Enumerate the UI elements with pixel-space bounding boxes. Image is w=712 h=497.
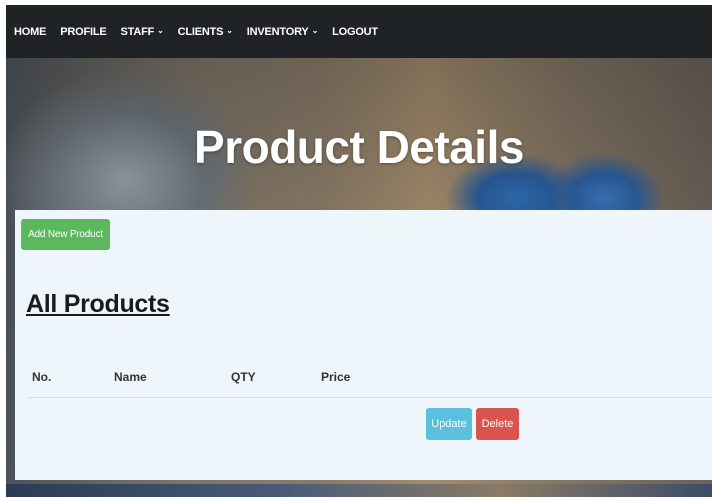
add-new-product-button[interactable]: Add New Product [21,219,110,250]
column-header-price: Price [321,370,351,384]
nav-inventory-label: INVENTORY [246,25,309,38]
table-divider [28,397,712,398]
chevron-down-icon: ⌄ [311,26,319,35]
page-title: Product Details [194,121,524,173]
nav-profile[interactable]: PROFILE [60,26,106,38]
chevron-down-icon: ⌄ [226,26,233,35]
column-header-qty: QTY [231,370,256,384]
nav-inventory-dropdown[interactable]: INVENTORY ⌄ [247,26,318,38]
nav-profile-label: PROFILE [60,25,107,38]
nav-staff-label: STAFF [120,25,155,38]
products-table-header: No. Name QTY Price [15,370,712,390]
nav-home[interactable]: HOME [14,26,46,38]
nav-clients-label: CLIENTS [177,25,224,38]
column-header-no: No. [32,370,52,384]
nav-staff-dropdown[interactable]: STAFF ⌄ [120,26,163,38]
page-frame: HOME PROFILE STAFF ⌄ CLIENTS ⌄ INVENTORY… [6,5,712,497]
top-navbar: HOME PROFILE STAFF ⌄ CLIENTS ⌄ INVENTORY… [6,5,712,58]
nav-logout-label: LOGOUT [332,25,378,38]
column-header-name: Name [114,370,147,384]
nav-logout[interactable]: LOGOUT [332,26,378,38]
nav-home-label: HOME [14,25,47,38]
update-button[interactable]: Update [426,408,472,440]
chevron-down-icon: ⌄ [157,26,164,35]
section-title: All Products [26,290,170,318]
nav-clients-dropdown[interactable]: CLIENTS ⌄ [178,26,233,38]
hero-background-strip [6,484,712,497]
products-panel: Add New Product All Products No. Name QT… [15,210,712,480]
delete-button[interactable]: Delete [476,408,519,440]
